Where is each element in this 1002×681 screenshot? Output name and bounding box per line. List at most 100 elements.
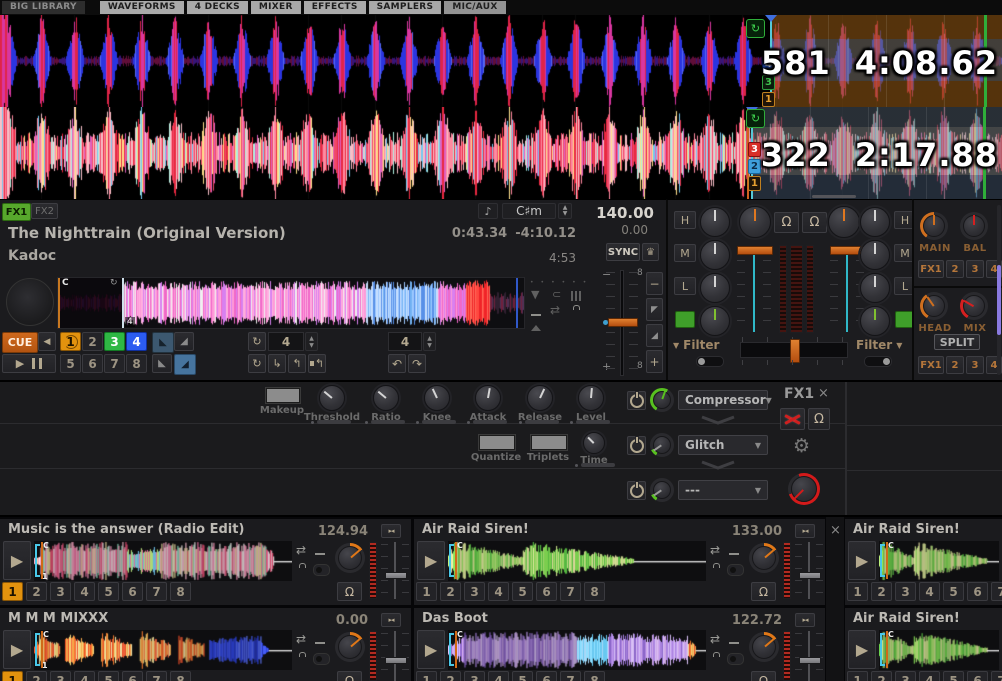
sampler-6-play-button[interactable]: ▶ <box>848 630 876 669</box>
sampler-pad-2[interactable]: 2 <box>26 671 47 681</box>
sampler-pad-2[interactable]: 2 <box>871 582 892 601</box>
slot2-enable-button[interactable] <box>627 436 646 455</box>
quantize-button[interactable] <box>479 435 515 450</box>
repeat-icon[interactable]: ⇄ <box>550 303 560 317</box>
fx2-assign-button[interactable]: FX2 <box>31 203 58 219</box>
sampler-3-waveform[interactable]: C <box>879 541 999 581</box>
jump-to-start-button[interactable]: ◀ <box>38 332 56 351</box>
headphone-cue-left[interactable]: Ω <box>774 212 799 233</box>
eq-high-kill-left[interactable]: H <box>674 211 696 229</box>
pitch-fader[interactable] <box>606 270 638 376</box>
sync-leader-button[interactable]: ♛ <box>642 243 659 261</box>
fx-crossfader-disable-button[interactable] <box>780 408 805 430</box>
head-fx3-button[interactable]: 3 <box>966 356 984 374</box>
sampler-pad-3[interactable]: 3 <box>895 671 916 681</box>
play-pause-button[interactable]: ▶ <box>2 354 56 373</box>
sampler-2-sync-button[interactable]: ▸◂ <box>795 524 815 538</box>
sampler-5-headphone-button[interactable]: Ω <box>751 671 776 681</box>
fx-super-knob[interactable] <box>788 473 820 505</box>
fx-unit-close-icon[interactable]: × <box>818 386 829 401</box>
sampler-pad-2[interactable]: 2 <box>440 582 461 601</box>
threshold-knob[interactable] <box>319 385 345 411</box>
filter-toggle-left[interactable] <box>696 356 724 367</box>
sampler-pad-5[interactable]: 5 <box>512 671 533 681</box>
sampler-pad-3[interactable]: 3 <box>50 582 71 601</box>
sampler-1-headphone-button[interactable]: Ω <box>337 582 362 601</box>
sampler-5-eject-icon[interactable] <box>729 634 739 653</box>
sampler-pad-7[interactable]: 7 <box>991 671 1002 681</box>
sampler-4-sync-button[interactable]: ▸◂ <box>381 613 401 627</box>
sampler-4-mode-toggle[interactable] <box>313 653 330 665</box>
main-fx1-button[interactable]: FX1 <box>918 260 944 278</box>
sampler-pad-5[interactable]: 5 <box>98 582 119 601</box>
sampler-pad-3[interactable]: 3 <box>464 671 485 681</box>
hotcue-marker-1[interactable]: 1 <box>762 92 775 107</box>
volume-fader-left[interactable] <box>737 244 771 334</box>
loop-size-spinner[interactable]: ▲▼ <box>305 332 318 351</box>
sampler-1-waveform[interactable]: C 1 <box>34 541 292 581</box>
sampler-column-close-icon[interactable]: × <box>830 523 841 538</box>
loop-size-value[interactable]: 4 <box>268 332 304 351</box>
sampler-2-volume-handle[interactable] <box>799 572 821 579</box>
key-display[interactable]: C♯m <box>502 203 556 219</box>
head-fx1-button[interactable]: FX1 <box>918 356 944 374</box>
fx-settings-gear-icon[interactable]: ⚙ <box>793 435 810 457</box>
sampler-2-volume-fader[interactable] <box>795 542 823 599</box>
eq-mid-knob-left[interactable] <box>700 240 730 270</box>
volume-fader-right[interactable] <box>830 244 864 334</box>
slot1-meta-knob[interactable] <box>650 388 674 412</box>
nudge-forward-button[interactable]: ◢ <box>646 324 663 347</box>
sampler-1-volume-fader[interactable] <box>381 542 409 599</box>
overview-waveform[interactable]: C ↻ 4 <box>57 277 525 329</box>
hotcue-marker-2b[interactable]: 2 <box>748 159 761 174</box>
head-fx2-button[interactable]: 2 <box>946 356 964 374</box>
beatjump-forward-button[interactable]: ↷ <box>408 354 426 373</box>
hotcue-pad-2[interactable]: 2 <box>82 332 103 351</box>
rate-down-button[interactable]: − <box>646 272 663 295</box>
sampler-1-play-button[interactable]: ▶ <box>3 541 31 580</box>
sampler-pad-4[interactable]: 4 <box>74 671 95 681</box>
tab-effects[interactable]: EFFECTS <box>304 1 366 14</box>
sampler-pad-4[interactable]: 4 <box>919 582 940 601</box>
sampler-1-mode-toggle[interactable] <box>313 564 330 576</box>
sampler-pad-5[interactable]: 5 <box>512 582 533 601</box>
sampler-pad-7[interactable]: 7 <box>146 671 167 681</box>
sampler-4-gain-knob[interactable] <box>335 632 365 662</box>
tab-samplers[interactable]: SAMPLERS <box>369 1 442 14</box>
sampler-pad-5[interactable]: 5 <box>943 671 964 681</box>
slot2-effect-select[interactable]: Glitch ▼ <box>678 435 768 455</box>
sampler-pad-6[interactable]: 6 <box>122 671 143 681</box>
sampler-2-waveform[interactable]: C <box>448 541 706 581</box>
sampler-pad-1[interactable]: 1 <box>847 671 868 681</box>
sampler-6-waveform[interactable]: C <box>879 630 999 670</box>
sampler-pad-4[interactable]: 4 <box>488 671 509 681</box>
sampler-pad-3[interactable]: 3 <box>895 582 916 601</box>
bpm-display[interactable]: 140.00 <box>560 204 654 222</box>
sampler-pad-1[interactable]: 1 <box>416 582 437 601</box>
sampler-splitter[interactable]: × <box>826 517 844 681</box>
sampler-2-eject-icon[interactable] <box>729 545 739 564</box>
sampler-1-gain-knob[interactable] <box>335 543 365 573</box>
sampler-pad-2[interactable]: 2 <box>440 671 461 681</box>
main-fx2-button[interactable]: 2 <box>946 260 964 278</box>
sampler-pad-7[interactable]: 7 <box>991 582 1002 601</box>
volume-fader-handle-left[interactable] <box>737 246 773 255</box>
sampler-5-volume-fader[interactable] <box>795 631 823 681</box>
headphone-gain-knob[interactable] <box>920 292 948 320</box>
eq-high-knob-left[interactable] <box>700 207 730 237</box>
sampler-pad-7[interactable]: 7 <box>560 671 581 681</box>
hotcue-pad-3[interactable]: 3 <box>104 332 125 351</box>
fx1-assign-button[interactable]: FX1 <box>2 203 31 221</box>
sampler-2-gain-knob[interactable] <box>749 543 779 573</box>
tab-waveforms[interactable]: WAVEFORMS <box>100 1 184 14</box>
fx-headphone-button[interactable]: Ω <box>808 408 830 430</box>
sampler-pad-5[interactable]: 5 <box>98 671 119 681</box>
sampler-1-sync-button[interactable]: ▸◂ <box>381 524 401 538</box>
hotcue-marker-1b[interactable]: 1 <box>748 176 761 191</box>
sampler-2-play-button[interactable]: ▶ <box>417 541 445 580</box>
sampler-pad-3[interactable]: 3 <box>50 671 71 681</box>
sampler-pad-8[interactable]: 8 <box>584 671 605 681</box>
sampler-3-play-button[interactable]: ▶ <box>848 541 876 580</box>
rate-up-button[interactable]: + <box>646 350 663 373</box>
sampler-pad-7[interactable]: 7 <box>146 582 167 601</box>
